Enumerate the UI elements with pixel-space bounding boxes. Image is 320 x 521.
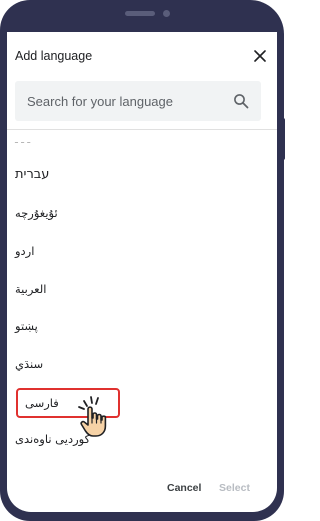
front-camera [163, 10, 170, 17]
language-item[interactable]: ئۇيغۇرچە [15, 198, 125, 228]
search-icon[interactable] [233, 93, 249, 109]
language-item[interactable]: سنڌي [15, 349, 125, 379]
select-button[interactable]: Select [219, 482, 250, 494]
language-list[interactable]: ـ ـ ـ עברית ئۇيغۇرچە اردو العربية پښتو س… [7, 130, 277, 470]
language-item[interactable]: العربية [15, 274, 125, 304]
language-item[interactable]: اردو [15, 236, 125, 266]
language-item[interactable]: ـ ـ ـ [15, 130, 125, 156]
side-button [281, 118, 285, 160]
speaker-grille [125, 11, 155, 16]
language-item[interactable]: پښتو [15, 311, 125, 341]
dialog-footer: Cancel Select [7, 472, 277, 508]
hand-pointer-icon [70, 392, 118, 440]
cancel-button[interactable]: Cancel [167, 482, 201, 494]
search-field[interactable] [15, 81, 261, 121]
language-item[interactable]: עברית [15, 160, 125, 190]
dialog-header: Add language [7, 32, 277, 82]
dialog-title: Add language [15, 49, 93, 63]
close-icon[interactable] [252, 48, 268, 64]
add-language-dialog: Add language ـ ـ ـ עברית ئۇيغۇرچە اردو [7, 32, 277, 512]
search-input[interactable] [27, 81, 227, 121]
phone-frame: Add language ـ ـ ـ עברית ئۇيغۇرچە اردو [0, 0, 285, 521]
